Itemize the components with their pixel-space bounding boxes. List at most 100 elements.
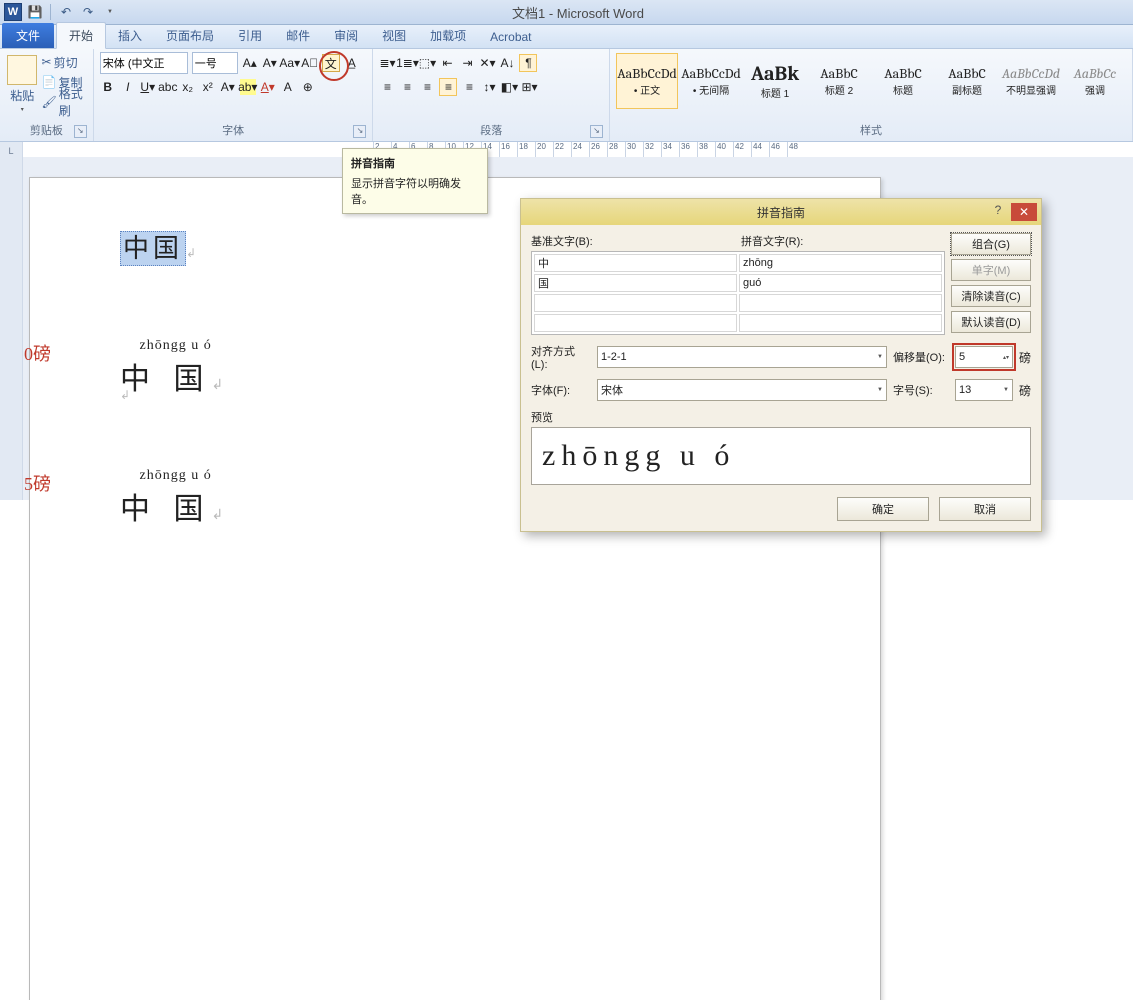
- tab-addins[interactable]: 加载项: [418, 23, 478, 48]
- style-item[interactable]: AaBbCc强调: [1064, 53, 1126, 109]
- style-gallery[interactable]: AaBbCcDd• 正文AaBbCcDd• 无间隔AaBk标题 1AaBbC标题…: [616, 51, 1126, 109]
- style-item[interactable]: AaBbCcDd• 无间隔: [680, 53, 742, 109]
- ribbon: 粘贴 ▾ ✂ 剪切 📄 复制 🖌 格式刷 剪贴板↘ A▴ A▾ Aa▾ A⃠ 文…: [0, 49, 1133, 142]
- table-row[interactable]: [534, 314, 942, 332]
- dialog-close-icon[interactable]: ✕: [1011, 203, 1037, 221]
- selected-text[interactable]: 中国: [120, 231, 186, 266]
- shading-icon[interactable]: ◧▾: [501, 79, 517, 95]
- alignment-select[interactable]: 1-2-1▼: [597, 346, 887, 368]
- font-select[interactable]: 宋体▼: [597, 379, 887, 401]
- style-item[interactable]: AaBbC标题: [872, 53, 934, 109]
- paste-button[interactable]: 粘贴 ▾: [6, 51, 39, 117]
- ok-button[interactable]: 确定: [837, 497, 929, 521]
- align-left-icon[interactable]: ≡: [379, 79, 395, 95]
- font-name-select[interactable]: [100, 52, 188, 74]
- font-launcher-icon[interactable]: ↘: [353, 125, 366, 138]
- save-icon[interactable]: 💾: [26, 3, 44, 21]
- tab-mailings[interactable]: 邮件: [274, 23, 322, 48]
- group-clipboard-label: 剪贴板↘: [6, 120, 87, 141]
- align-center-icon[interactable]: ≡: [399, 79, 415, 95]
- borders-icon[interactable]: ⊞▾: [521, 79, 537, 95]
- style-item[interactable]: AaBbCcDd不明显强调: [1000, 53, 1062, 109]
- tab-file[interactable]: 文件: [2, 23, 54, 48]
- style-item[interactable]: AaBbC副标题: [936, 53, 998, 109]
- tab-insert[interactable]: 插入: [106, 23, 154, 48]
- table-row[interactable]: 国guó: [534, 274, 942, 292]
- font-label: 字体(F):: [531, 382, 591, 398]
- shrink-font-icon[interactable]: A▾: [262, 55, 278, 71]
- bold-icon[interactable]: B: [100, 79, 116, 95]
- style-item[interactable]: AaBbCcDd• 正文: [616, 53, 678, 109]
- char-shading-icon[interactable]: A: [280, 79, 296, 95]
- group-paragraph-label: 段落↘: [379, 120, 603, 141]
- underline-icon[interactable]: U▾: [140, 79, 156, 95]
- ruby-table[interactable]: 中zhōng 国guó: [531, 251, 945, 335]
- dialog-titlebar[interactable]: 拼音指南 ? ✕: [521, 199, 1041, 225]
- show-marks-icon[interactable]: ¶: [519, 54, 537, 72]
- asian-layout-icon[interactable]: ✕▾: [479, 55, 495, 71]
- paste-icon: [7, 55, 37, 85]
- offset-label: 偏移量(O):: [893, 349, 949, 365]
- enclose-char-icon[interactable]: ⊕: [300, 79, 316, 95]
- change-case-icon[interactable]: Aa▾: [282, 55, 298, 71]
- table-row[interactable]: 中zhōng: [534, 254, 942, 272]
- tab-home[interactable]: 开始: [56, 22, 106, 49]
- superscript-icon[interactable]: x²: [200, 79, 216, 95]
- line-spacing-icon[interactable]: ↕▾: [481, 79, 497, 95]
- group-clipboard: 粘贴 ▾ ✂ 剪切 📄 复制 🖌 格式刷 剪贴板↘: [0, 49, 94, 141]
- indent-inc-icon[interactable]: ⇥: [459, 55, 475, 71]
- clear-reading-button[interactable]: 清除读音(C): [951, 285, 1031, 307]
- offset-label-5: 5磅: [24, 470, 51, 496]
- style-item[interactable]: AaBk标题 1: [744, 53, 806, 109]
- preview-box: zhōngg u ó: [531, 427, 1031, 485]
- format-painter-button[interactable]: 🖌 格式刷: [39, 93, 87, 111]
- redo-icon[interactable]: ↷: [79, 3, 97, 21]
- app-icon[interactable]: W: [4, 3, 22, 21]
- multilevel-icon[interactable]: ⬚▾: [419, 55, 435, 71]
- tooltip-body: 显示拼音字符以明确发音。: [351, 175, 479, 207]
- bullets-icon[interactable]: ≣▾: [379, 55, 395, 71]
- ruby-pinyin: zhōngg u ó: [120, 468, 231, 484]
- window-title: 文档1 - Microsoft Word: [123, 3, 1033, 22]
- sort-icon[interactable]: A↓: [499, 55, 515, 71]
- cut-button[interactable]: ✂ 剪切: [39, 53, 87, 71]
- grow-font-icon[interactable]: A▴: [242, 55, 258, 71]
- dialog-help-icon[interactable]: ?: [989, 203, 1007, 221]
- base-text-label: 基准文字(B):: [531, 233, 735, 249]
- group-font: A▴ A▾ Aa▾ A⃠ 文 A̲ B I U▾ abc x₂ x² A▾ ab…: [94, 49, 374, 141]
- default-reading-button[interactable]: 默认读音(D): [951, 311, 1031, 333]
- tab-review[interactable]: 审阅: [322, 23, 370, 48]
- paragraph-launcher-icon[interactable]: ↘: [590, 125, 603, 138]
- tab-acrobat[interactable]: Acrobat: [478, 26, 543, 48]
- numbering-icon[interactable]: 1≣▾: [399, 55, 415, 71]
- phonetic-guide-button[interactable]: 文: [322, 54, 340, 72]
- font-color-icon[interactable]: A▾: [260, 79, 276, 95]
- font-size-select[interactable]: [192, 52, 238, 74]
- style-item[interactable]: AaBbC标题 2: [808, 53, 870, 109]
- justify-icon[interactable]: ≡: [439, 78, 457, 96]
- italic-icon[interactable]: I: [120, 79, 136, 95]
- text-effects-icon[interactable]: A▾: [220, 79, 236, 95]
- strike-icon[interactable]: abc: [160, 79, 176, 95]
- clipboard-launcher-icon[interactable]: ↘: [74, 125, 87, 138]
- clear-format-icon[interactable]: A⃠: [302, 55, 318, 71]
- subscript-icon[interactable]: x₂: [180, 79, 196, 95]
- tab-pagelayout[interactable]: 页面布局: [154, 23, 226, 48]
- indent-dec-icon[interactable]: ⇤: [439, 55, 455, 71]
- qat-customize-icon[interactable]: ▼: [101, 3, 119, 21]
- offset-spinner[interactable]: 5▴▾: [955, 346, 1013, 368]
- undo-icon[interactable]: ↶: [57, 3, 75, 21]
- paste-label: 粘贴: [10, 87, 34, 104]
- group-styles: AaBbCcDd• 正文AaBbCcDd• 无间隔AaBk标题 1AaBbC标题…: [610, 49, 1133, 141]
- align-right-icon[interactable]: ≡: [419, 79, 435, 95]
- distribute-icon[interactable]: ≡: [461, 79, 477, 95]
- vertical-ruler[interactable]: [0, 157, 23, 500]
- combine-button[interactable]: 组合(G): [951, 233, 1031, 255]
- paragraph-mark: ↲: [120, 388, 130, 402]
- table-row[interactable]: [534, 294, 942, 312]
- tab-references[interactable]: 引用: [226, 23, 274, 48]
- cancel-button[interactable]: 取消: [939, 497, 1031, 521]
- highlight-icon[interactable]: ab▾: [240, 79, 256, 95]
- tab-view[interactable]: 视图: [370, 23, 418, 48]
- size-spinner[interactable]: 13▼: [955, 379, 1013, 401]
